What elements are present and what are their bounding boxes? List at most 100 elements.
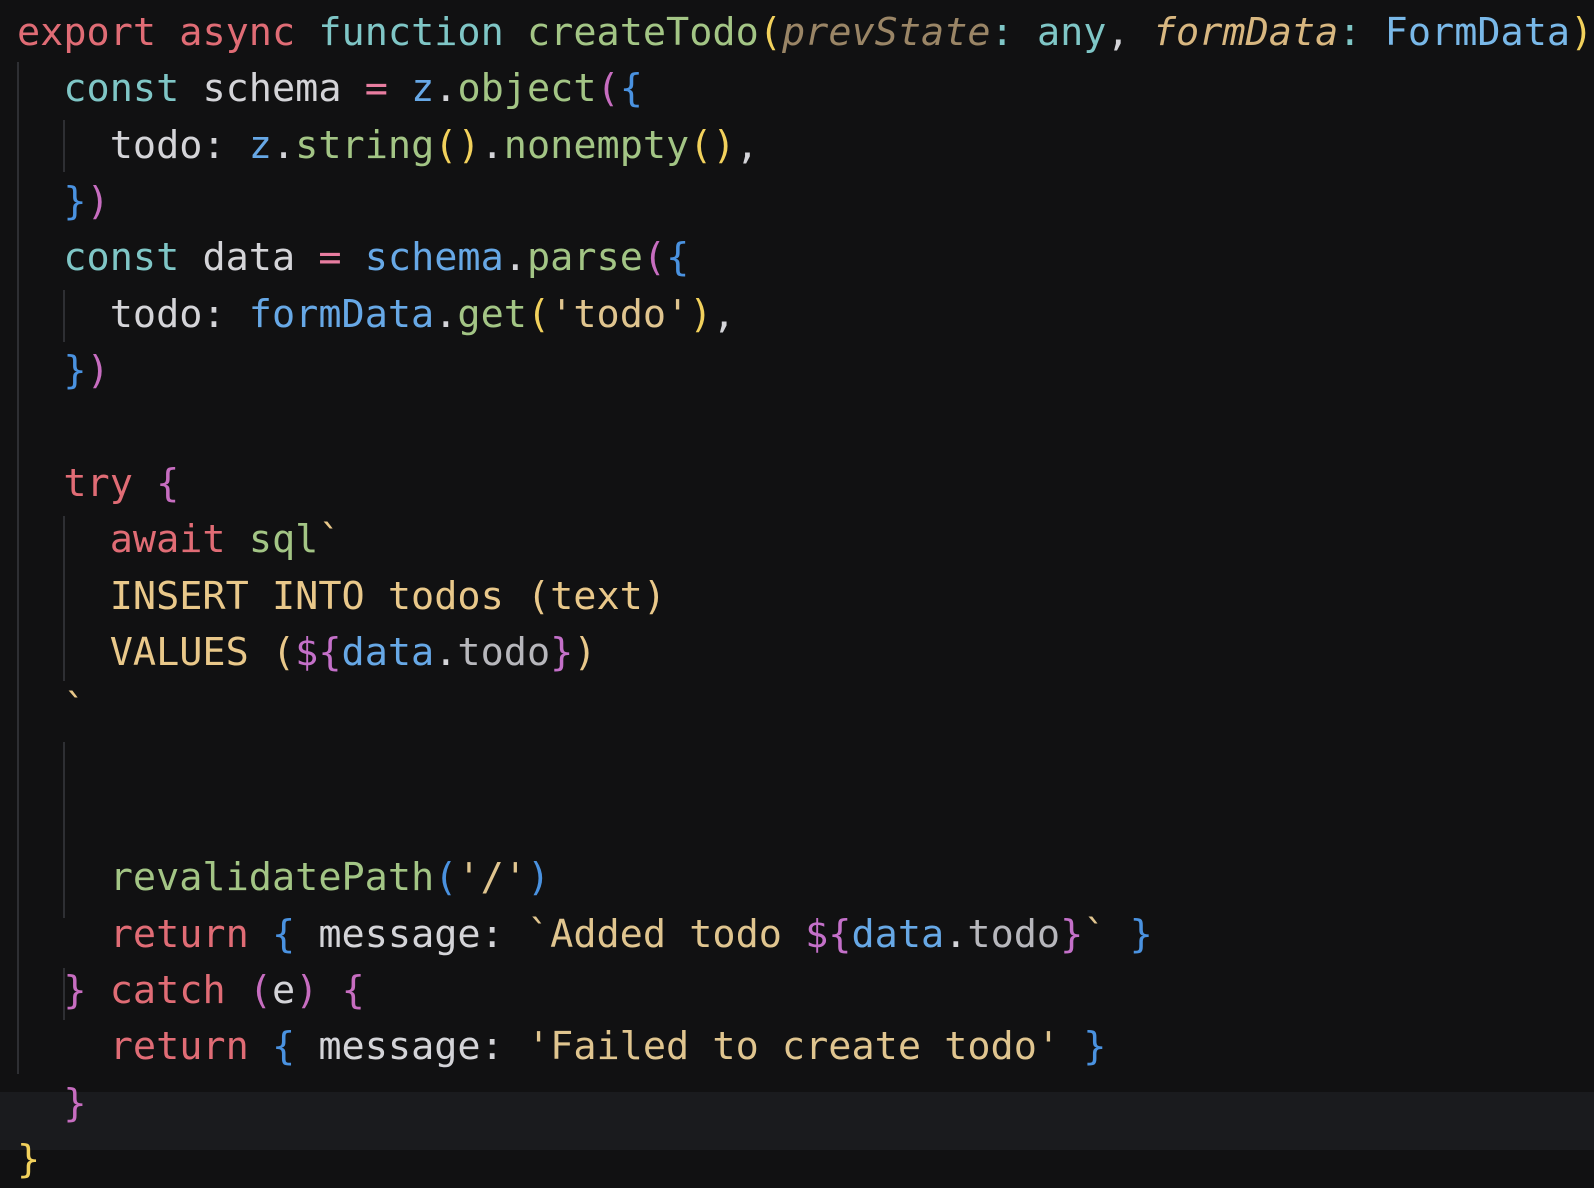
code-token: ) (295, 967, 319, 1013)
code-token: formData (1152, 10, 1339, 55)
code-line[interactable]: ` (17, 681, 87, 737)
code-line[interactable]: VALUES (${data.todo}) (17, 625, 597, 681)
code-token: . (434, 291, 458, 337)
code-line[interactable]: }) (17, 174, 110, 230)
code-token: return (109, 911, 249, 957)
code-token: VALUES ( (17, 629, 296, 675)
code-token: { (666, 235, 690, 281)
code-token: . (503, 235, 527, 281)
code-token: data (341, 629, 435, 675)
code-token: ) (1570, 10, 1594, 55)
code-token: sql (248, 517, 319, 563)
code-line[interactable]: todo: z.string().nonempty(), (17, 118, 759, 174)
code-token: . (944, 911, 968, 957)
code-token: . (434, 66, 458, 112)
code-token: string (295, 122, 435, 168)
code-token: return (109, 1024, 249, 1070)
code-token: { (619, 66, 643, 112)
code-token: object (457, 66, 597, 112)
code-token: prevState (781, 10, 991, 55)
code-token: } (63, 179, 87, 225)
code-token: '/' (457, 855, 527, 901)
code-token: () (434, 122, 481, 168)
code-line[interactable]: revalidatePath('/') (17, 850, 550, 906)
code-line[interactable]: } (17, 1076, 87, 1132)
code-line[interactable]: return { message: `Added todo ${data.tod… (17, 907, 1153, 963)
code-token: ` (318, 517, 342, 563)
code-token: get (457, 291, 527, 337)
code-token: ( (642, 235, 667, 281)
code-token: , (735, 122, 759, 168)
code-line[interactable]: } (17, 1132, 40, 1188)
code-token: . (480, 122, 504, 168)
code-token: } (17, 1137, 41, 1182)
code-token: todo: (17, 122, 249, 168)
code-line[interactable]: } catch (e) { (17, 963, 365, 1019)
code-token: { (156, 460, 180, 506)
code-token: any (1036, 10, 1107, 55)
code-token: FormData (1384, 10, 1571, 55)
code-line[interactable]: const schema = z.object({ (17, 61, 643, 117)
code-token: = (318, 235, 342, 281)
code-token: ( (526, 291, 551, 337)
code-token: nonempty (503, 122, 690, 168)
code-line[interactable]: const data = schema.parse({ (17, 230, 689, 286)
code-token: ${ (295, 629, 342, 675)
code-token: ) (86, 179, 110, 225)
code-line[interactable]: }) (17, 343, 110, 399)
code-token: message: (295, 1024, 527, 1070)
code-token: ) (526, 855, 551, 901)
code-token: { (341, 967, 365, 1013)
code-token: ` (17, 686, 87, 732)
code-token: ) (573, 629, 597, 675)
code-token: . (271, 122, 296, 168)
code-token: parse (526, 235, 643, 281)
code-line[interactable]: export async function createTodo(prevSta… (17, 5, 1593, 61)
code-token: `Added todo (526, 911, 806, 957)
code-token: formData (248, 291, 435, 337)
code-token: ( (434, 855, 458, 901)
code-token: . (434, 629, 458, 675)
code-token: todo: (17, 291, 249, 337)
code-line[interactable]: todo: formData.get('todo'), (17, 287, 736, 343)
code-token: ( (596, 66, 620, 112)
code-token: data (179, 235, 319, 281)
code-token: ) (689, 291, 713, 337)
current-line-highlight (0, 1092, 1594, 1150)
code-token: } (63, 967, 87, 1013)
code-token: = (364, 66, 388, 112)
code-token: } (550, 629, 574, 675)
code-line[interactable]: await sql` (17, 512, 342, 568)
code-token: todo (457, 629, 551, 675)
code-line[interactable]: try { (17, 456, 179, 512)
code-token: z (248, 122, 272, 168)
code-line[interactable]: return { message: 'Failed to create todo… (17, 1019, 1107, 1075)
code-token: } (63, 1080, 87, 1126)
code-token: z (411, 66, 435, 112)
code-editor[interactable]: export async function createTodo(prevSta… (0, 0, 1594, 1182)
code-line[interactable]: INSERT INTO todos (text) (17, 569, 666, 625)
code-token: revalidatePath (109, 855, 435, 901)
code-token: try (63, 460, 133, 506)
code-token: { (271, 911, 296, 957)
code-token: 'Failed to create todo' (526, 1024, 1061, 1070)
code-token: ) (86, 348, 110, 394)
